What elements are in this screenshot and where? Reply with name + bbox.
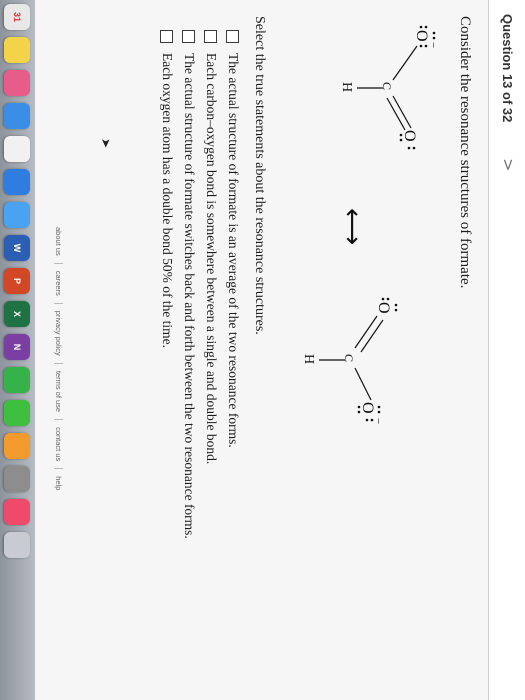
reminders-icon[interactable] — [4, 136, 31, 162]
onenote-icon[interactable]: N — [4, 334, 31, 360]
calendar-icon[interactable]: 31 — [4, 4, 31, 30]
footer-links: about us careers privacy policy terms of… — [54, 220, 63, 498]
answer-option[interactable]: The actual structure of formate is an av… — [223, 30, 243, 539]
question-counter: Question 13 of 32 — [500, 14, 515, 123]
footer-link-privacy-policy[interactable]: privacy policy — [54, 302, 63, 363]
negative-charge-label: − — [372, 418, 384, 424]
resonance-arrow-icon: ⟷ — [337, 208, 367, 246]
answer-option-label: The actual structure of formate switches… — [182, 53, 197, 539]
answer-option-label: Each carbon–oxygen bond is somewhere bet… — [204, 53, 219, 465]
ibooks-icon[interactable] — [4, 433, 31, 459]
music-icon[interactable] — [4, 499, 31, 525]
excel-icon[interactable]: X — [4, 301, 31, 327]
mail-icon[interactable] — [4, 202, 31, 228]
trash-icon[interactable] — [4, 532, 31, 558]
mouse-cursor-icon: ➤ — [99, 138, 113, 149]
instruction-text: Select the true statements about the res… — [252, 16, 267, 335]
answer-option[interactable]: Each oxygen atom has a double bond 50% o… — [157, 30, 177, 539]
question-header: Question 13 of 32 > — [488, 0, 525, 700]
footer-link-terms-of-use[interactable]: terms of use — [54, 362, 63, 420]
answer-checkbox[interactable] — [160, 30, 174, 43]
answer-checkbox[interactable] — [204, 30, 218, 43]
settings-icon[interactable] — [4, 466, 31, 492]
answer-options: The actual structure of formate is an av… — [155, 30, 243, 539]
word-icon[interactable]: W — [4, 235, 31, 261]
answer-option-label: The actual structure of formate is an av… — [226, 53, 241, 448]
footer-link-contact-us[interactable]: contact us — [54, 419, 63, 469]
resonance-structure-1: O − C O H — [339, 25, 439, 150]
oxygen-atom-label: O — [401, 130, 418, 142]
carbon-atom-label: C — [380, 82, 394, 90]
negative-charge-label: − — [427, 42, 439, 48]
facetime-icon[interactable] — [4, 367, 31, 393]
hydrogen-atom-label: H — [301, 354, 316, 364]
oxygen-atom-label: O — [359, 402, 376, 414]
carbon-atom-label: C — [342, 354, 356, 362]
browser-page: Question 13 of 32 > Consider the resonan… — [35, 0, 525, 700]
answer-checkbox[interactable] — [182, 30, 196, 43]
resonance-structure-2: O C O − H — [301, 297, 398, 424]
answer-checkbox[interactable] — [226, 30, 240, 43]
macos-dock: 31 W P X N — [0, 0, 35, 700]
messages-icon[interactable] — [4, 400, 31, 426]
browser-icon[interactable] — [4, 169, 31, 195]
question-prompt: Consider the resonance structures of for… — [457, 16, 473, 289]
footer-link-careers[interactable]: careers — [54, 262, 63, 303]
answer-option-label: Each oxygen atom has a double bond 50% o… — [160, 53, 175, 349]
footer-link-help[interactable]: help — [54, 468, 63, 498]
notes-icon[interactable] — [4, 37, 31, 63]
powerpoint-icon[interactable]: P — [4, 268, 31, 294]
footer-link-about-us[interactable]: about us — [54, 220, 63, 263]
oxygen-atom-label: O — [413, 30, 430, 42]
answer-option[interactable]: The actual structure of formate switches… — [179, 30, 199, 539]
next-question-chevron-icon[interactable]: > — [499, 158, 518, 171]
oxygen-atom-label: O — [375, 302, 392, 314]
appstore-icon[interactable] — [4, 103, 31, 129]
hydrogen-atom-label: H — [339, 82, 354, 92]
photos-icon[interactable] — [4, 70, 31, 96]
answer-option[interactable]: Each carbon–oxygen bond is somewhere bet… — [201, 30, 221, 539]
